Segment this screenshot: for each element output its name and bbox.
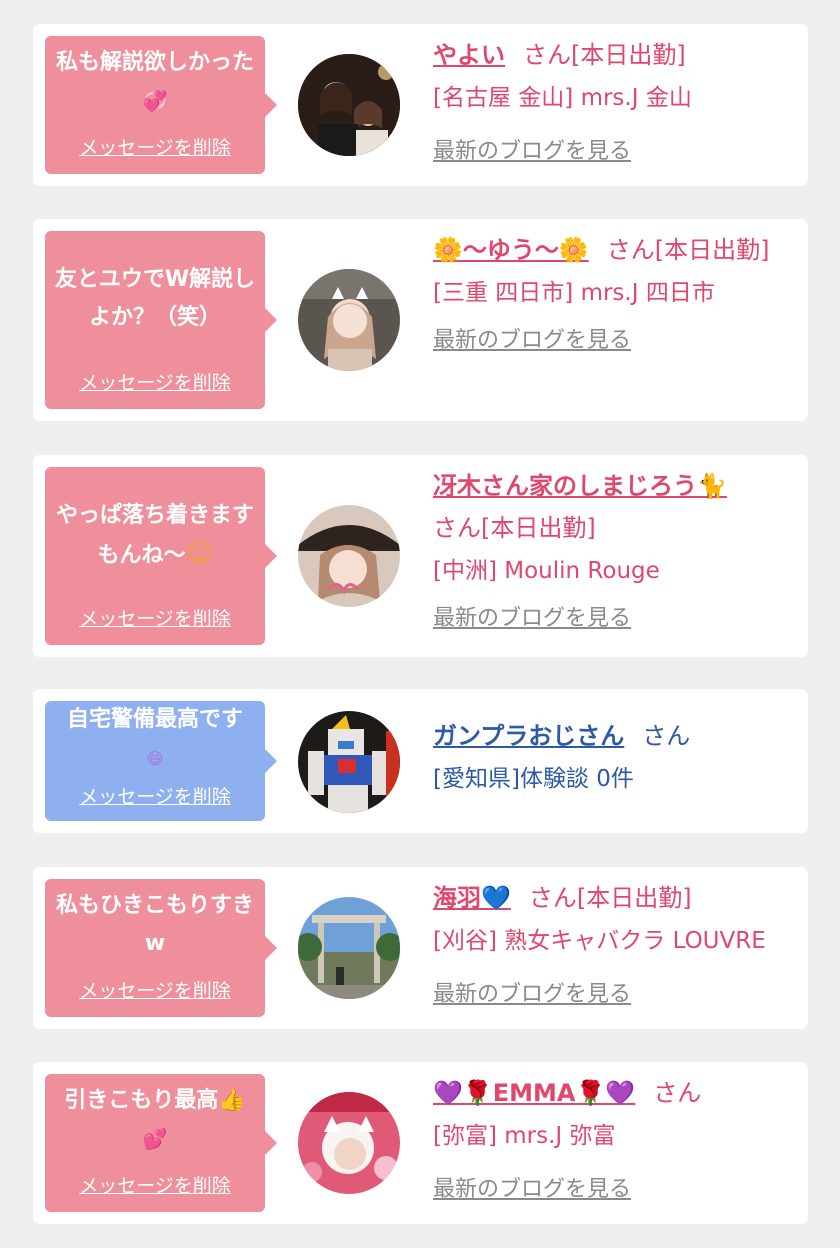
message-text: 私もひきこもりすきw <box>55 893 254 956</box>
two-hearts-emoji: 💕 <box>142 1127 168 1151</box>
avatar[interactable] <box>298 1092 400 1194</box>
message-text: 友とユウでW解説しよか？（笑） <box>54 267 256 330</box>
user-location: [三重 四日市] mrs.J 四日市 <box>433 280 715 306</box>
avatar[interactable] <box>298 269 400 371</box>
message-text: 私も解説欲しかった💞 <box>55 50 254 113</box>
latest-blog-link[interactable]: 最新のブログを見る <box>433 975 631 1015</box>
user-info: 海羽💙 さん[本日出勤] [刈谷] 熟女キャバクラ LOUVRE 最新のブログを見… <box>433 877 800 1015</box>
user-location: [愛知県]体験談 0件 <box>433 766 634 792</box>
user-location: [中洲] Moulin Rouge <box>433 558 660 584</box>
delete-message-link[interactable]: メッセージを削除 <box>45 782 265 809</box>
user-name-link[interactable]: 冴木さん家のしまじろう🐈 <box>433 472 727 500</box>
user-suffix: さん[本日出勤] <box>606 236 770 264</box>
avatar[interactable] <box>298 505 400 607</box>
avatar-photo <box>298 897 400 999</box>
delete-message-link[interactable]: メッセージを削除 <box>45 976 265 1003</box>
user-location: [名古屋 金山] mrs.J 金山 <box>433 85 692 111</box>
user-name-link[interactable]: 💜🌹EMMA🌹💜 <box>433 1079 635 1107</box>
message-list: 私も解説欲しかった💞 メッセージを削除 やよい さん[本日出勤] [名古屋 金山]… <box>0 0 840 1248</box>
latest-blog-link[interactable]: 最新のブログを見る <box>433 1170 631 1210</box>
user-suffix: さん[本日出勤] <box>528 884 692 912</box>
list-item: 私もひきこもりすきw メッセージを削除 海羽💙 さん[本日出勤] [刈谷] 熟女キ… <box>33 867 808 1029</box>
latest-blog-link[interactable]: 最新のブログを見る <box>433 321 631 361</box>
avatar-photo <box>298 54 400 156</box>
delete-message-link[interactable]: メッセージを削除 <box>45 368 265 395</box>
message-text: やっぱ落ち着きますもんね〜☺ <box>55 503 254 569</box>
message-bubble: 自宅警備最高です 😄 メッセージを削除 <box>45 701 277 821</box>
message-bubble: 引きこもり最高👍 💕 メッセージを削除 <box>45 1074 277 1212</box>
message-bubble: 私も解説欲しかった💞 メッセージを削除 <box>45 36 277 174</box>
user-location: [刈谷] 熟女キャバクラ LOUVRE <box>433 928 766 954</box>
list-item: 友とユウでW解説しよか？（笑） メッセージを削除 🌼〜ゆう〜🌼 さん[本日出勤] … <box>33 219 808 421</box>
message-text: 引きこもり最高👍 💕 <box>64 1088 246 1151</box>
message-bubble: 友とユウでW解説しよか？（笑） メッセージを削除 <box>45 231 277 409</box>
avatar[interactable] <box>298 897 400 999</box>
user-info: 💜🌹EMMA🌹💜 さん [弥富] mrs.J 弥富 最新のブログを見る <box>433 1072 800 1210</box>
avatar-photo <box>298 1092 400 1194</box>
message-bubble: 私もひきこもりすきw メッセージを削除 <box>45 879 277 1017</box>
avatar-photo <box>298 505 400 607</box>
hearts-emoji: 💞 <box>142 89 168 113</box>
list-item: 私も解説欲しかった💞 メッセージを削除 やよい さん[本日出勤] [名古屋 金山]… <box>33 24 808 186</box>
grin-emoji: 😄 <box>146 749 164 768</box>
latest-blog-link[interactable]: 最新のブログを見る <box>433 132 631 172</box>
list-item: やっぱ落ち着きますもんね〜☺ メッセージを削除 冴木さん家のしまじろう🐈 さん[本… <box>33 455 808 657</box>
user-suffix: さん <box>653 1079 702 1107</box>
user-suffix: さん[本日出勤] <box>433 514 596 542</box>
avatar-photo <box>298 269 400 371</box>
list-item: 自宅警備最高です 😄 メッセージを削除 ガンプラおじさん さん [愛知県]体験談 0… <box>33 689 808 833</box>
latest-blog-link[interactable]: 最新のブログを見る <box>433 599 631 639</box>
list-item: 引きこもり最高👍 💕 メッセージを削除 💜🌹EMMA🌹💜 さん [弥富] mrs.J… <box>33 1062 808 1224</box>
delete-message-link[interactable]: メッセージを削除 <box>45 1171 265 1198</box>
message-bubble: やっぱ落ち着きますもんね〜☺ メッセージを削除 <box>45 467 277 645</box>
user-suffix: さん <box>642 722 691 750</box>
user-info: ガンプラおじさん さん [愛知県]体験談 0件 <box>433 715 800 801</box>
user-info: 冴木さん家のしまじろう🐈 さん[本日出勤] [中洲] Moulin Rouge 最… <box>433 465 800 639</box>
avatar[interactable] <box>298 711 400 813</box>
user-info: やよい さん[本日出勤] [名古屋 金山] mrs.J 金山 最新のブログを見る <box>433 34 800 172</box>
delete-message-link[interactable]: メッセージを削除 <box>45 604 265 631</box>
message-text: 自宅警備最高です 😄 <box>66 707 243 768</box>
user-suffix: さん[本日出勤] <box>523 41 686 69</box>
user-name-link[interactable]: やよい <box>433 41 505 69</box>
smile-emoji: ☺ <box>185 539 213 569</box>
delete-message-link[interactable]: メッセージを削除 <box>45 133 265 160</box>
user-location: [弥富] mrs.J 弥富 <box>433 1123 616 1149</box>
avatar-photo <box>298 711 400 813</box>
user-name-link[interactable]: 海羽💙 <box>433 884 511 912</box>
user-info: 🌼〜ゆう〜🌼 さん[本日出勤] [三重 四日市] mrs.J 四日市 最新のブログ… <box>433 229 800 361</box>
user-name-link[interactable]: ガンプラおじさん <box>433 722 624 750</box>
user-name-link[interactable]: 🌼〜ゆう〜🌼 <box>433 236 589 264</box>
avatar[interactable] <box>298 54 400 156</box>
